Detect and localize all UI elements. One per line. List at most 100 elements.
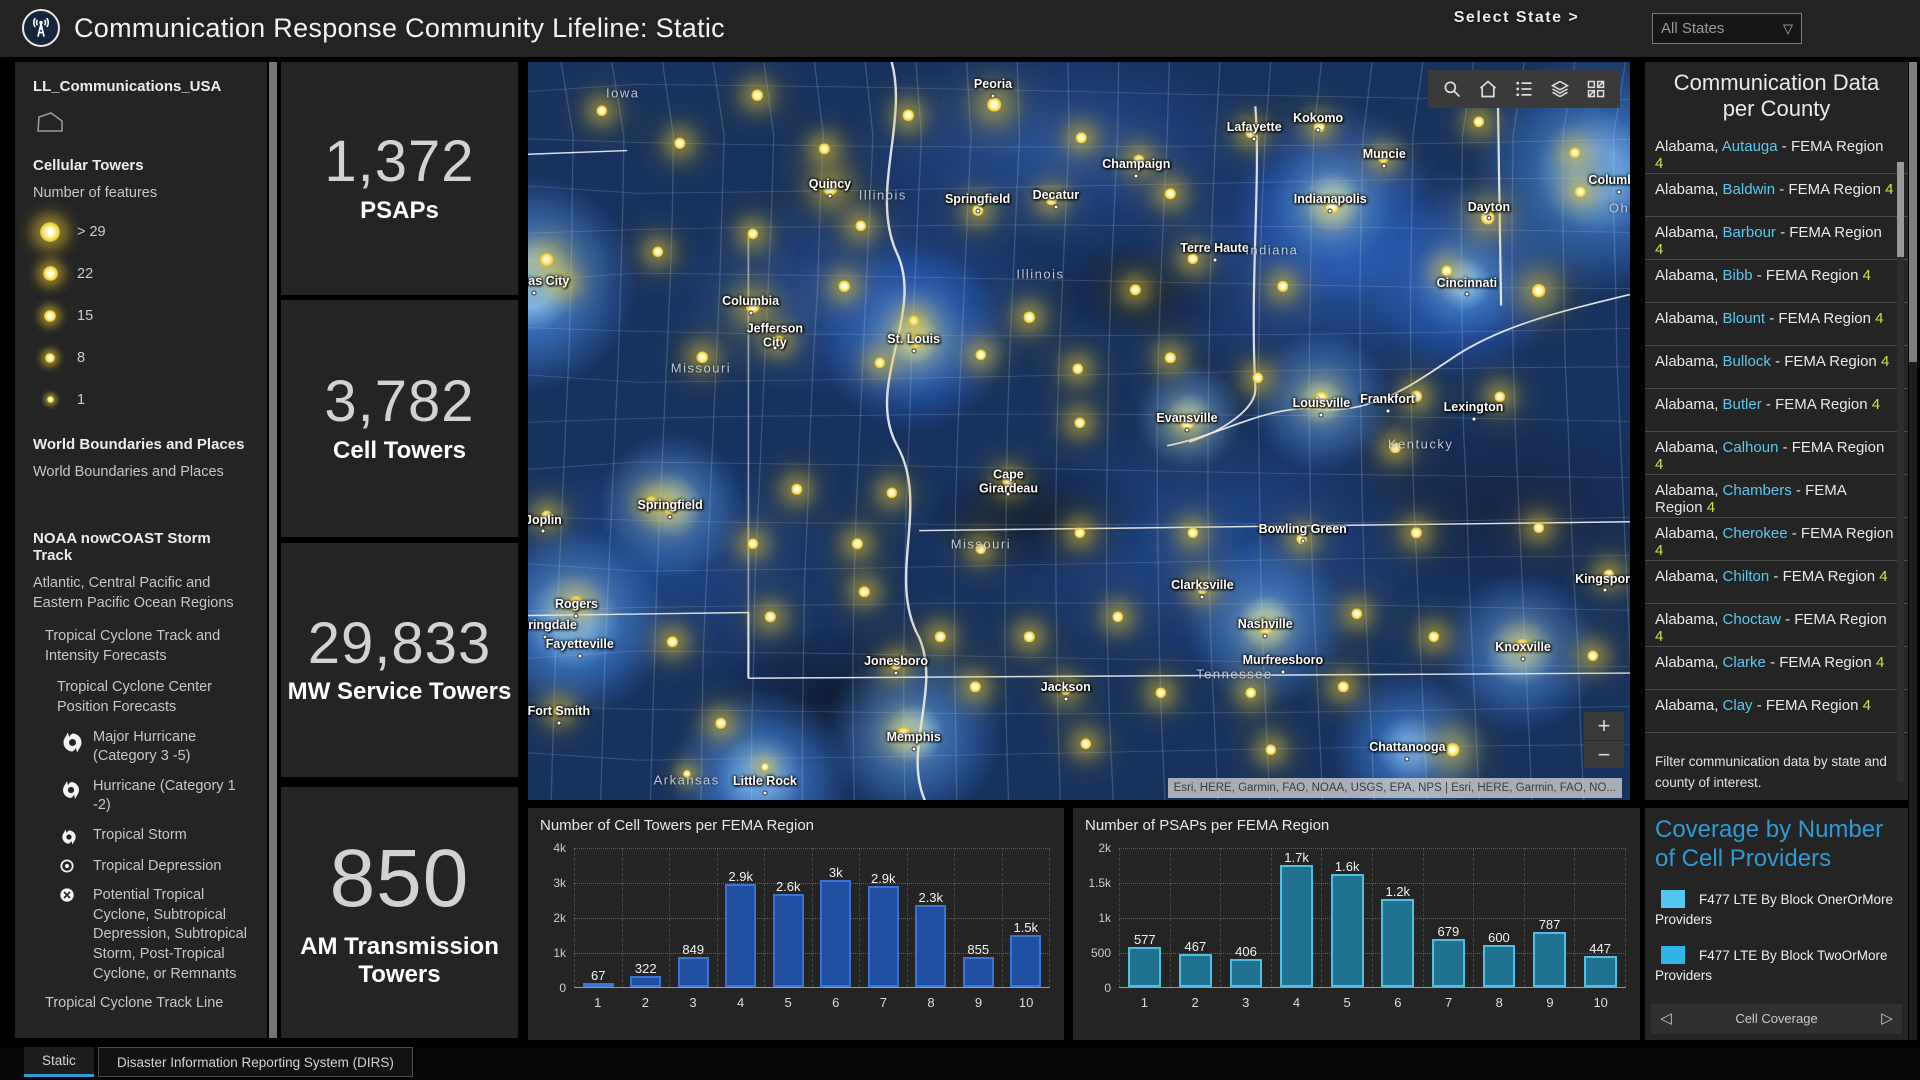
city-dot	[911, 348, 916, 353]
bar[interactable]: 67	[583, 983, 614, 987]
legend-sidebar: LL_Communications_USA Cellular Towers Nu…	[15, 62, 267, 1038]
cell-towers-chart: 4k3k2k1k0 67 322 849 2.9k 2.6k 3k 2.9k 2.3k 855 1.…	[528, 834, 1064, 1012]
city-dot	[577, 654, 582, 659]
county-row[interactable]: Alabama, Clarke - FEMA Region 4	[1645, 647, 1908, 690]
cell-towers-stat-panel: 3,782 Cell Towers	[281, 300, 518, 537]
bar-cell: 1.6k	[1321, 848, 1372, 987]
city-dot	[1616, 189, 1621, 194]
county-row[interactable]: Alabama, Baldwin - FEMA Region 4	[1645, 174, 1908, 217]
layers-icon[interactable]	[1545, 74, 1575, 104]
bar[interactable]: 2.3k	[915, 905, 946, 987]
bar[interactable]: 600	[1483, 945, 1516, 987]
coverage-map[interactable]: IowaPeoriaKokomoLafayetteMuncieChampaign…	[528, 62, 1630, 800]
bar[interactable]: 849	[678, 957, 709, 987]
county-list-scrollbar-thumb[interactable]	[1897, 162, 1904, 257]
x-tick-label: 2	[1170, 988, 1221, 1012]
cell-tower-dot	[539, 252, 554, 267]
cell-towers-chart-panel: Number of Cell Towers per FEMA Region 4k…	[528, 808, 1064, 1040]
bar[interactable]: 1.7k	[1280, 865, 1313, 987]
bar[interactable]: 2.9k	[725, 884, 756, 987]
hurricane-icon	[59, 729, 93, 756]
x-tick-label: 7	[860, 988, 908, 1012]
bar[interactable]: 1.5k	[1010, 935, 1041, 988]
county-row[interactable]: Alabama, Autauga - FEMA Region 4	[1645, 131, 1908, 174]
county-row[interactable]: Alabama, Bibb - FEMA Region 4	[1645, 260, 1908, 303]
bar-cell: 467	[1170, 848, 1221, 987]
city-dot	[1405, 756, 1410, 761]
county-row[interactable]: Alabama, Bullock - FEMA Region 4	[1645, 346, 1908, 389]
am-transmission-towers-count: 850	[330, 836, 470, 922]
bar-value-label: 2.9k	[728, 869, 753, 884]
sidebar-scrollbar-thumb[interactable]	[269, 62, 277, 1038]
y-axis: 4k3k2k1k0	[536, 848, 574, 988]
zoom-out-button[interactable]: −	[1584, 740, 1624, 768]
storm-track-subgroup: Tropical Cyclone Center Position Forecas…	[57, 678, 253, 717]
city-dot	[1382, 164, 1387, 169]
bar[interactable]: 322	[630, 976, 661, 987]
bar[interactable]: 787	[1533, 932, 1566, 987]
tab-dirs[interactable]: Disaster Information Reporting System (D…	[98, 1047, 413, 1077]
x-tick-label: 5	[1322, 988, 1373, 1012]
psaps-chart: 2k1.5k1k50005774674061.7k1.6k1.2k6796007…	[1073, 834, 1640, 1012]
bar[interactable]: 447	[1584, 956, 1617, 987]
bar[interactable]: 1.6k	[1331, 874, 1364, 987]
bar[interactable]: 406	[1230, 959, 1263, 987]
legend-icon[interactable]	[1509, 74, 1539, 104]
city-dot	[827, 193, 832, 198]
right-panel-scrollbar-thumb[interactable]	[1909, 62, 1917, 362]
feature-class-label: 22	[77, 266, 93, 282]
zoom-in-button[interactable]: +	[1584, 712, 1624, 740]
bar[interactable]: 3k	[820, 880, 851, 987]
bar-cell: 2.9k	[859, 848, 907, 987]
bar-value-label: 1.7k	[1284, 850, 1309, 865]
city-dot	[1063, 696, 1068, 701]
bar[interactable]: 1.2k	[1381, 899, 1414, 987]
bar-value-label: 447	[1589, 941, 1611, 956]
county-row[interactable]: Alabama, Cherokee - FEMA Region 4	[1645, 518, 1908, 561]
county-data-panel: Communication Data per County Alabama, A…	[1645, 62, 1908, 800]
tab-static[interactable]: Static	[24, 1047, 94, 1077]
county-row[interactable]: Alabama, Blount - FEMA Region 4	[1645, 303, 1908, 346]
home-icon[interactable]	[1473, 74, 1503, 104]
county-list-scrollbar[interactable]	[1897, 162, 1904, 782]
hurricane-icon	[59, 827, 93, 847]
county-row[interactable]: Alabama, Butler - FEMA Region 4	[1645, 389, 1908, 432]
county-row[interactable]: Alabama, Calhoun - FEMA Region 4	[1645, 432, 1908, 475]
app-header: Communication Response Community Lifelin…	[0, 0, 1920, 57]
bar[interactable]: 2.9k	[868, 886, 899, 988]
sidebar-scrollbar[interactable]	[269, 62, 277, 1038]
bar-cell: 577	[1119, 848, 1170, 987]
coverage-legend-list: F477 LTE By Block OnerOrMore ProvidersF4…	[1655, 890, 1898, 987]
search-icon[interactable]	[1437, 74, 1467, 104]
bar[interactable]: 855	[963, 957, 994, 987]
city-dot	[531, 290, 536, 295]
bar-value-label: 855	[967, 942, 989, 957]
bar-cell: 855	[954, 848, 1002, 987]
county-row[interactable]: Alabama, Clay - FEMA Region 4	[1645, 690, 1908, 733]
x-tick-label: 4	[1271, 988, 1322, 1012]
tower-glow-dot-icon	[47, 396, 54, 403]
basemap-icon[interactable]	[1581, 74, 1611, 104]
county-row[interactable]: Alabama, Choctaw - FEMA Region 4	[1645, 604, 1908, 647]
bar-cell: 67	[574, 848, 622, 987]
coverage-legend-panel: Coverage by Number of Cell Providers F47…	[1645, 808, 1908, 1040]
y-tick-label: 500	[1091, 946, 1111, 960]
county-row[interactable]: Alabama, Chilton - FEMA Region 4	[1645, 561, 1908, 604]
pager-right-arrow-icon[interactable]: ▷	[1872, 1004, 1902, 1034]
city-dot	[1602, 588, 1607, 593]
bar[interactable]: 577	[1128, 947, 1161, 987]
x-tick-label: 8	[1474, 988, 1525, 1012]
state-dropdown[interactable]: All States ▽	[1652, 13, 1802, 44]
city-dot	[975, 209, 980, 214]
x-tick-label: 4	[717, 988, 765, 1012]
right-panel-scrollbar[interactable]	[1909, 62, 1917, 1040]
county-row[interactable]: Alabama, Chambers - FEMA Region 4	[1645, 475, 1908, 518]
bar-cell: 849	[669, 848, 717, 987]
bar-value-label: 849	[682, 942, 704, 957]
bar[interactable]: 679	[1432, 939, 1465, 987]
bar[interactable]: 467	[1179, 954, 1212, 987]
city-dot	[1521, 657, 1526, 662]
bar[interactable]: 2.6k	[773, 894, 804, 987]
bar-value-label: 467	[1185, 939, 1207, 954]
county-row[interactable]: Alabama, Barbour - FEMA Region 4	[1645, 217, 1908, 260]
